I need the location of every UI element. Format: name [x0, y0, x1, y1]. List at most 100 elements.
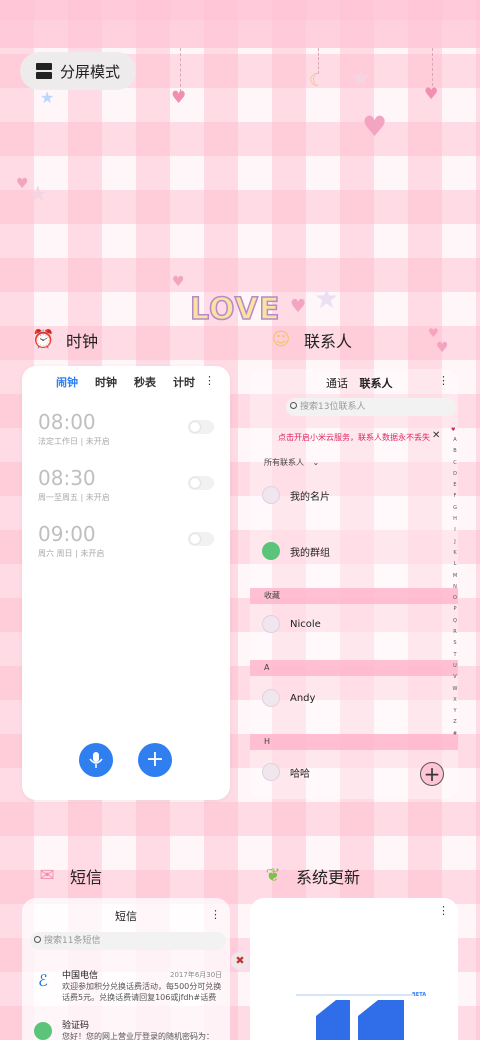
heart-icon: ♥: [172, 274, 185, 290]
alphabet-index[interactable]: A B C D E F G H I J K L M N O P Q R S T U V W X Y Z # ♥: [451, 427, 459, 740]
index-letter[interactable]: E: [451, 480, 459, 491]
section-header: H: [250, 734, 458, 750]
tab-alarm[interactable]: 闹钟: [56, 374, 78, 390]
hanging-heart-icon: ♥: [171, 88, 187, 108]
sms-app-icon: ✉: [39, 865, 55, 886]
close-icon[interactable]: ✕: [432, 430, 440, 441]
alarm-clock-icon: ⏰: [32, 329, 55, 350]
contact-name: 哈哈: [290, 768, 310, 780]
tab-stopwatch[interactable]: 秒表: [134, 374, 156, 390]
index-letter[interactable]: Z: [451, 717, 459, 728]
contacts-app-icon: ☺: [271, 329, 291, 350]
alarm-item[interactable]: 09:00 周六 周日 | 未开启: [38, 522, 104, 559]
contact-row[interactable]: Nicole: [262, 615, 321, 633]
group-filter-dropdown[interactable]: 所有联系人 ⌄: [264, 457, 319, 468]
split-screen-icon: [36, 63, 52, 79]
clock-app-card[interactable]: 闹钟 时钟 秒表 计时 ⋮ 08:00 法定工作日 | 未开启 08:30 周一…: [22, 366, 230, 800]
contact-row[interactable]: Andy: [262, 689, 315, 707]
index-letter[interactable]: F: [451, 491, 459, 502]
alarm-toggle[interactable]: [188, 476, 214, 490]
voice-alarm-button[interactable]: [79, 743, 113, 777]
split-screen-label: 分屏模式: [60, 62, 121, 81]
close-app-button[interactable]: ✖: [231, 952, 249, 970]
avatar: [262, 763, 280, 781]
heart-icon: ♥: [436, 340, 449, 356]
index-letter[interactable]: V: [451, 672, 459, 683]
index-letter[interactable]: J: [451, 537, 459, 548]
contact-row-my-card[interactable]: 我的名片: [262, 486, 330, 504]
add-alarm-button[interactable]: +: [138, 743, 172, 777]
alarm-item[interactable]: 08:00 法定工作日 | 未开启: [38, 410, 110, 447]
split-screen-button[interactable]: 分屏模式: [20, 52, 136, 90]
index-letter[interactable]: I: [451, 525, 459, 536]
add-contact-button[interactable]: +: [420, 762, 444, 786]
alarm-item[interactable]: 08:30 周一至周五 | 未开启: [38, 466, 110, 503]
cloud-sync-banner[interactable]: 点击开启小米云服务，联系人数据永不丢失: [278, 432, 430, 443]
sms-app-title[interactable]: ✉ 短信: [36, 864, 102, 888]
index-letter[interactable]: T: [451, 650, 459, 661]
index-letter[interactable]: P: [451, 604, 459, 615]
close-icon: ✖: [235, 954, 245, 967]
index-letter[interactable]: W: [451, 684, 459, 695]
index-letter[interactable]: C: [451, 458, 459, 469]
index-letter[interactable]: O: [451, 593, 459, 604]
star-icon: ★: [28, 182, 48, 207]
sms-search-placeholder: 搜索11条短信: [44, 936, 101, 946]
tab-clock[interactable]: 时钟: [95, 374, 117, 390]
index-letter[interactable]: X: [451, 695, 459, 706]
clock-app-title[interactable]: ⏰ 时钟: [32, 328, 98, 352]
index-letter[interactable]: B: [451, 446, 459, 457]
index-letter[interactable]: L: [451, 559, 459, 570]
sms-thread[interactable]: 验证码 您好！您的网上营业厅登录的随机密码为：: [34, 1018, 222, 1040]
verification-chat-icon: [34, 1022, 52, 1040]
more-options-icon[interactable]: ⋮: [210, 908, 221, 921]
miui-logo-icon: [296, 994, 414, 1040]
index-letter[interactable]: K: [451, 548, 459, 559]
hanging-string: [180, 48, 182, 92]
love-wallpaper-text: LOVE: [189, 291, 281, 328]
sms-search-input[interactable]: 搜索11条短信: [30, 932, 226, 950]
search-icon: [34, 936, 41, 943]
contact-name: 我的群组: [290, 547, 330, 559]
tab-calls[interactable]: 通话: [326, 377, 348, 390]
index-letter[interactable]: M: [451, 571, 459, 582]
more-options-icon[interactable]: ⋮: [438, 904, 449, 917]
index-letter[interactable]: R: [451, 627, 459, 638]
contact-name: Nicole: [290, 618, 321, 630]
system-update-app-card[interactable]: ⋮ BETA: [250, 898, 458, 1040]
index-letter[interactable]: A: [451, 435, 459, 446]
tab-timer[interactable]: 计时: [173, 374, 195, 390]
alarm-time: 08:30: [38, 466, 96, 490]
more-options-icon[interactable]: ⋮: [438, 374, 449, 387]
index-letter[interactable]: Q: [451, 616, 459, 627]
contacts-tab-bar: 通话 联系人: [326, 375, 393, 391]
index-letter[interactable]: U: [451, 661, 459, 672]
tab-contacts[interactable]: 联系人: [360, 377, 393, 390]
more-options-icon[interactable]: ⋮: [204, 374, 215, 387]
clock-title-label: 时钟: [66, 332, 99, 351]
sms-preview: 您好！您的网上营业厅登录的随机密码为：: [62, 1032, 214, 1040]
index-letter[interactable]: H: [451, 514, 459, 525]
index-letter[interactable]: #: [451, 729, 459, 740]
index-letter[interactable]: S: [451, 638, 459, 649]
alarm-toggle[interactable]: [188, 420, 214, 434]
update-app-title[interactable]: ❦ 系统更新: [262, 864, 360, 888]
contacts-search-input[interactable]: 搜索13位联系人: [286, 398, 456, 416]
chevron-down-icon: ⌄: [312, 458, 320, 467]
alarm-desc: 法定工作日 | 未开启: [38, 437, 110, 446]
index-letter[interactable]: G: [451, 503, 459, 514]
avatar: [262, 615, 280, 633]
sms-app-card[interactable]: 短信 ⋮ 搜索11条短信 ℰ 中国电信 欢迎参加积分兑换话费活动，每500分可兑…: [22, 898, 230, 1040]
contact-row[interactable]: 哈哈: [262, 763, 310, 781]
index-letter[interactable]: D: [451, 469, 459, 480]
sms-sender: 验证码: [62, 1021, 90, 1031]
contact-row-my-groups[interactable]: 我的群组: [262, 542, 330, 560]
group-icon: [262, 542, 280, 560]
alarm-toggle[interactable]: [188, 532, 214, 546]
heart-icon: ♥: [290, 296, 307, 317]
index-letter[interactable]: N: [451, 582, 459, 593]
index-letter[interactable]: Y: [451, 706, 459, 717]
contacts-app-title[interactable]: ☺ 联系人: [270, 328, 352, 352]
favorites-heart-icon[interactable]: ♥: [451, 425, 455, 436]
hanging-string: [432, 48, 434, 86]
